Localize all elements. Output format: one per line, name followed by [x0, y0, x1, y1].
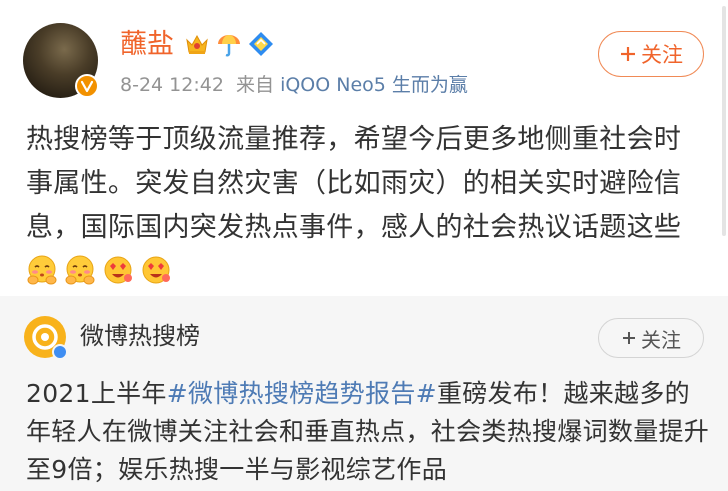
heart-eyes-emoji [104, 256, 132, 284]
crown-icon[interactable] [184, 31, 210, 57]
blush-hide-emoji [27, 255, 57, 285]
username[interactable]: 蘸盐 [120, 28, 174, 62]
heart-eyes-emoji [142, 256, 170, 284]
repost-follow-label: 关注 [641, 327, 681, 352]
follow-button[interactable]: 关注 [598, 31, 704, 77]
follow-label: 关注 [641, 43, 683, 67]
verified-badge-icon [52, 344, 68, 360]
scrollbar[interactable] [722, 6, 726, 236]
plus-icon [621, 47, 635, 61]
weibo-post: 蘸盐 8-24 12:42 来自 iQOO Neo5 生而为赢 关注 热搜榜等于… [0, 0, 728, 296]
repost-avatar[interactable] [24, 316, 68, 360]
post-meta: 8-24 12:42 来自 iQOO Neo5 生而为赢 [120, 72, 468, 98]
repost-follow-button[interactable]: 关注 [598, 318, 704, 358]
repost-text-before: 2021上半年 [26, 379, 167, 408]
umbrella-icon[interactable] [216, 31, 242, 57]
avatar[interactable] [23, 23, 99, 98]
verified-badge-icon [75, 74, 99, 98]
post-body: 热搜榜等于顶级流量推荐，希望今后更多地侧重社会时事属性。突发自然灾害（比如雨灾）… [26, 118, 706, 294]
plus-icon [623, 332, 635, 344]
repost-username[interactable]: 微博热搜榜 [80, 320, 200, 352]
diamond-icon[interactable] [248, 31, 274, 57]
blush-hide-emoji [65, 255, 95, 285]
source-device[interactable]: iQOO Neo5 生而为赢 [280, 74, 468, 96]
topic-link[interactable]: #微博热搜榜趋势报告# [167, 379, 437, 408]
source-prefix: 来自 [236, 74, 275, 96]
timestamp: 8-24 12:42 [120, 74, 224, 96]
post-text: 热搜榜等于顶级流量推荐，希望今后更多地侧重社会时事属性。突发自然灾害（比如雨灾）… [26, 124, 682, 243]
repost-body: 2021上半年#微博热搜榜趋势报告#重磅发布！越来越多的年轻人在微博关注社会和垂… [26, 375, 710, 489]
user-badges [184, 31, 274, 57]
